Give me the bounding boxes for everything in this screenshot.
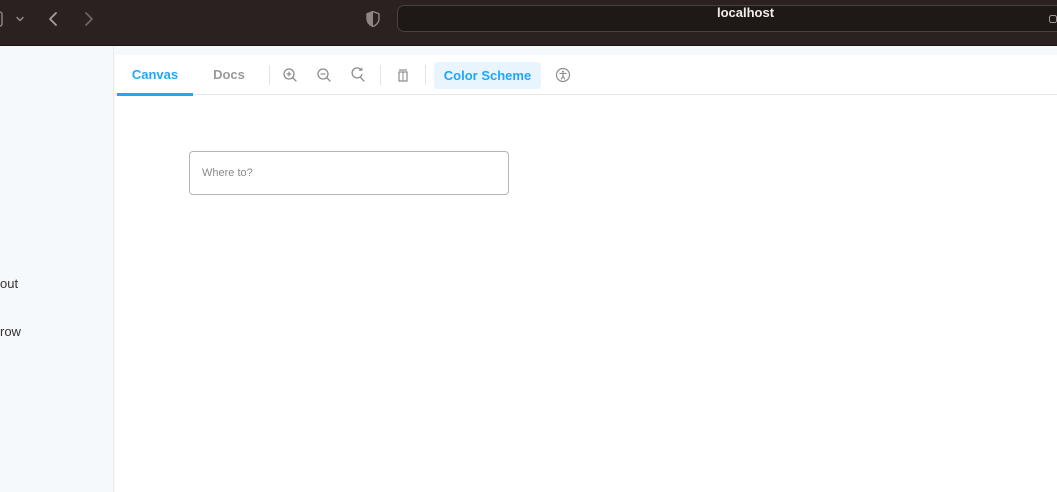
back-icon[interactable]	[46, 10, 60, 28]
shield-icon[interactable]	[365, 10, 381, 28]
sidebar: out row	[0, 46, 114, 492]
sidebar-item-label[interactable]: out	[0, 276, 18, 291]
preview-panel: Canvas Docs Color Scheme	[115, 55, 1057, 492]
reset-zoom-icon[interactable]	[350, 67, 366, 83]
tab-docs[interactable]: Docs	[199, 55, 259, 95]
viewport-icon[interactable]	[395, 67, 411, 83]
sidebar-toggle-icon[interactable]	[0, 11, 4, 27]
toolbar-divider	[269, 65, 270, 85]
forward-icon[interactable]	[82, 10, 96, 28]
preview-toolbar: Canvas Docs Color Scheme	[115, 55, 1057, 96]
accessibility-icon[interactable]	[555, 67, 571, 83]
toolbar-divider	[380, 65, 381, 85]
url-text: localhost	[716, 5, 775, 20]
chevron-down-icon[interactable]	[15, 14, 25, 24]
zoom-out-icon[interactable]	[316, 67, 332, 83]
search-input[interactable]	[189, 151, 509, 195]
toolbar-divider	[425, 65, 426, 85]
tab-canvas[interactable]: Canvas	[117, 55, 193, 96]
sidebar-item-label[interactable]: row	[0, 324, 21, 339]
zoom-in-icon[interactable]	[282, 67, 298, 83]
color-scheme-button[interactable]: Color Scheme	[434, 62, 541, 89]
browser-toolbar: localhost	[0, 0, 1057, 46]
privacy-report-icon[interactable]	[1049, 12, 1057, 26]
